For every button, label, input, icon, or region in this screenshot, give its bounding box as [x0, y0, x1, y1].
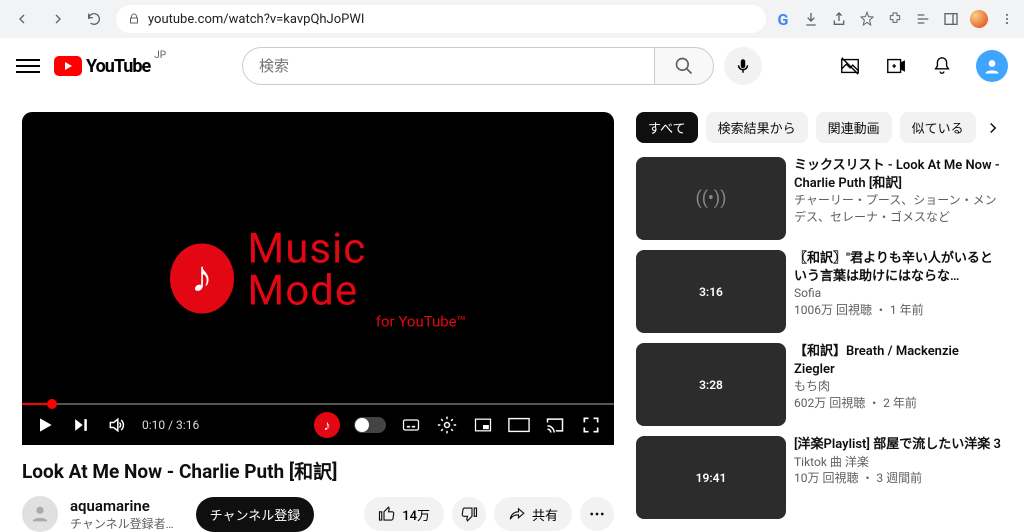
recommendation-title: ミックスリスト - Look At Me Now - Charlie Puth …: [794, 157, 1002, 192]
channel-subs: チャンネル登録者…: [70, 515, 174, 532]
settings-button[interactable]: [436, 414, 458, 436]
share-icon[interactable]: [830, 10, 848, 28]
dislike-button[interactable]: [452, 497, 486, 531]
recommendation-info: 【和訳】Breath / Mackenzie Zieglerもち肉602万 回視…: [794, 343, 1002, 426]
recommendation-meta: 1006万 回視聴 ・ 1 年前: [794, 302, 1002, 319]
like-count: 14万: [402, 505, 430, 524]
mix-icon: ((•)): [696, 188, 727, 209]
recommendation-item[interactable]: 19:41 [洋楽Playlist] 部屋で流したい洋楽 3Tiktok 曲 洋楽…: [636, 436, 1002, 519]
recommendation-channel: もち肉: [794, 378, 1002, 395]
recommendation-title: [洋楽Playlist] 部屋で流したい洋楽 3: [794, 436, 1002, 454]
recommendation-item[interactable]: 3:16 〖和訳〗"君よりも辛い人がいるという言葉は助けにはならな…Sofia10…: [636, 250, 1002, 333]
extension-icon[interactable]: [886, 10, 904, 28]
youtube-logo[interactable]: YouTube JP: [54, 56, 166, 77]
share-label: 共有: [532, 505, 558, 524]
thumbs-up-icon: [378, 505, 396, 523]
recommendation-channel: Sofia: [794, 285, 1002, 302]
duration-badge: 19:41: [692, 470, 731, 486]
chips-scroll-right[interactable]: [984, 119, 1002, 137]
browser-menu-icon[interactable]: [998, 10, 1016, 28]
url-text: youtube.com/watch?v=kavpQhJoPWI: [148, 12, 364, 27]
masthead: YouTube JP: [0, 38, 1024, 94]
image-icon[interactable]: [838, 54, 862, 78]
youtube-wordmark: YouTube: [86, 56, 150, 77]
reading-list-icon[interactable]: [914, 10, 932, 28]
recommendation-thumbnail[interactable]: ((•)): [636, 157, 786, 240]
recommendation-item[interactable]: 3:28 【和訳】Breath / Mackenzie Zieglerもち肉602…: [636, 343, 1002, 426]
browser-forward-button[interactable]: [44, 5, 72, 33]
recommendation-channel: チャーリー・プース、ショーン・メンデス、セレーナ・ゴメスなど: [794, 192, 1002, 226]
more-actions-button[interactable]: [580, 497, 614, 531]
captions-button[interactable]: [400, 414, 422, 436]
subscribe-button[interactable]: チャンネル登録: [196, 497, 315, 532]
player-controls: 0:10 / 3:16 ♪: [22, 405, 614, 445]
notifications-button[interactable]: [930, 54, 954, 78]
recommendation-info: ミックスリスト - Look At Me Now - Charlie Puth …: [794, 157, 1002, 240]
chip-related[interactable]: 関連動画: [816, 112, 892, 143]
recommendation-title: 【和訳】Breath / Mackenzie Ziegler: [794, 343, 1002, 378]
panel-icon[interactable]: [942, 10, 960, 28]
recommendation-title: 〖和訳〗"君よりも辛い人がいるという言葉は助けにはならな…: [794, 250, 1002, 285]
recommendation-thumbnail[interactable]: 3:16: [636, 250, 786, 333]
theater-button[interactable]: [508, 414, 530, 436]
channel-name[interactable]: aquamarine: [70, 497, 174, 515]
chip-similar[interactable]: 似ている: [900, 112, 976, 143]
miniplayer-button[interactable]: [472, 414, 494, 436]
country-code: JP: [154, 50, 166, 61]
guide-menu-button[interactable]: [16, 54, 40, 78]
recommendation-item[interactable]: ((•)) ミックスリスト - Look At Me Now - Charlie …: [636, 157, 1002, 240]
google-icon[interactable]: G: [774, 10, 792, 28]
autoplay-toggle[interactable]: [354, 417, 386, 433]
share-button[interactable]: 共有: [494, 497, 572, 531]
share-arrow-icon: [508, 505, 526, 523]
search-input[interactable]: [242, 47, 654, 85]
cast-button[interactable]: [544, 414, 566, 436]
create-button[interactable]: [884, 54, 908, 78]
duration-badge: 3:16: [695, 284, 727, 300]
music-mode-button[interactable]: ♪: [314, 412, 340, 438]
volume-button[interactable]: [106, 414, 128, 436]
timecode: 0:10 / 3:16: [142, 418, 199, 432]
music-mode-overlay: ♪ Music Mode for YouTube™: [170, 228, 466, 329]
recommendation-info: [洋楽Playlist] 部屋で流したい洋楽 3Tiktok 曲 洋楽10万 回…: [794, 436, 1002, 519]
play-button[interactable]: [34, 414, 56, 436]
music-note-icon: ♪: [170, 244, 234, 314]
chip-all[interactable]: すべて: [636, 112, 698, 143]
browser-chrome-bar: youtube.com/watch?v=kavpQhJoPWI G: [0, 0, 1024, 38]
music-mode-subtitle: for YouTube™: [248, 314, 466, 329]
recommendation-channel: Tiktok 曲 洋楽: [794, 454, 1002, 471]
browser-back-button[interactable]: [8, 5, 36, 33]
download-icon[interactable]: [802, 10, 820, 28]
video-title: Look At Me Now - Charlie Puth [和訳]: [22, 457, 614, 484]
lock-icon: [128, 13, 140, 25]
youtube-play-icon: [54, 56, 82, 76]
chip-from-search[interactable]: 検索結果から: [706, 112, 808, 143]
recommendation-info: 〖和訳〗"君よりも辛い人がいるという言葉は助けにはならな…Sofia1006万 …: [794, 250, 1002, 333]
next-button[interactable]: [70, 414, 92, 436]
like-button[interactable]: 14万: [364, 497, 444, 531]
music-mode-title: Music Mode: [248, 228, 466, 312]
voice-search-button[interactable]: [724, 47, 762, 85]
filter-chips-row: すべて 検索結果から 関連動画 似ている: [636, 112, 1002, 143]
address-bar[interactable]: youtube.com/watch?v=kavpQhJoPWI: [116, 5, 766, 33]
browser-profile-avatar[interactable]: [970, 10, 988, 28]
bookmark-icon[interactable]: [858, 10, 876, 28]
duration-badge: 3:28: [695, 377, 727, 393]
recommendation-meta: 602万 回視聴 ・ 2 年前: [794, 395, 1002, 412]
recommendation-meta: 10万 回視聴 ・ 3 週間前: [794, 470, 1002, 487]
user-avatar[interactable]: [976, 50, 1008, 82]
video-player[interactable]: ♪ Music Mode for YouTube™ 0:10 / 3:16 ♪: [22, 112, 614, 445]
fullscreen-button[interactable]: [580, 414, 602, 436]
search-button[interactable]: [654, 47, 714, 85]
recommendation-thumbnail[interactable]: 19:41: [636, 436, 786, 519]
recommendation-thumbnail[interactable]: 3:28: [636, 343, 786, 426]
browser-reload-button[interactable]: [80, 5, 108, 33]
